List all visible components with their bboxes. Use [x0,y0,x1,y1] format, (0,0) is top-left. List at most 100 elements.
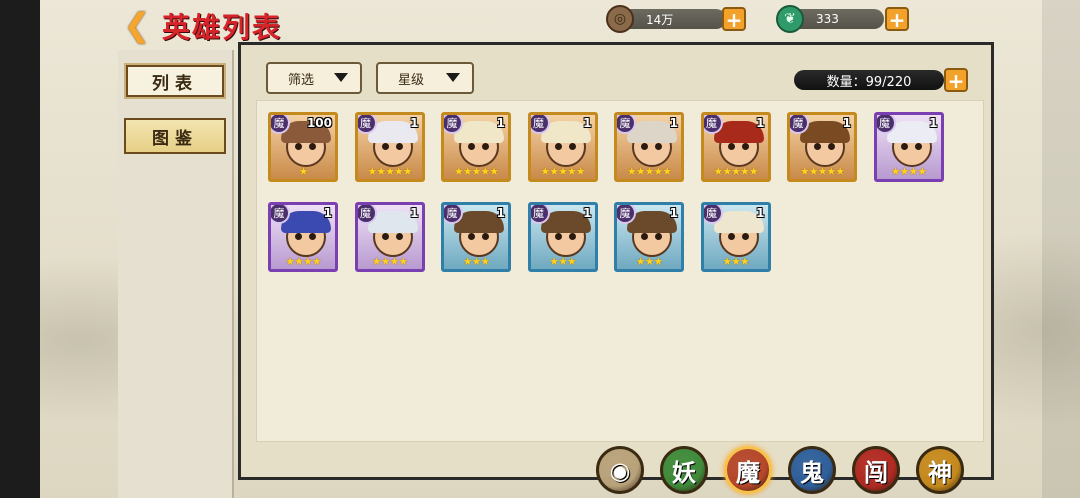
hero-level: 1 [323,206,332,220]
star-dropdown[interactable]: 星级 [376,62,474,94]
chevron-left-icon: ❮ [123,6,151,44]
chevron-down-icon [334,73,348,82]
hero-eye [814,143,821,150]
chevron-down-icon [446,73,460,82]
page-title: 英雄列表 [162,11,283,44]
faction-badge: 魔 [790,115,809,134]
hero-eye [309,233,316,240]
expand-capacity-button[interactable]: + [944,68,968,92]
faction-badge: 魔 [617,115,636,134]
hero-stars: ★★★★★ [713,165,758,178]
hero-eye [295,233,302,240]
faction-button-shen[interactable]: 神 [916,446,964,494]
hero-level: 1 [669,206,678,220]
jade-icon: ❦ [776,5,804,33]
hero-eye [554,143,562,150]
hero-eye [395,143,403,150]
hero-eye [568,233,576,240]
hero-card[interactable]: 魔 1 ★★★★ [268,202,338,272]
jade-value: 333 [816,12,839,26]
hero-level: 1 [842,116,851,130]
faction-badge: 魔 [357,115,377,134]
coin-counter: ◎ 14万 [606,5,726,33]
faction-badge: 魔 [876,115,896,134]
hero-eye [381,233,389,240]
hero-level: 1 [756,206,765,220]
coin-icon: ◎ [606,5,634,33]
hero-card[interactable]: 魔 1 ★★★★ [873,112,944,182]
hero-stars: ★★★ [635,255,664,268]
hero-card[interactable]: 魔 1 ★★★ [441,202,511,272]
hero-stars: ★★★★★ [626,165,672,178]
hero-stars: ★★★ [462,255,491,268]
faction-button-all-factions[interactable]: ◉ [596,446,644,494]
hero-level: 100 [306,116,332,130]
hero-stars: ★★★ [722,255,750,268]
hero-count: 数量：99/220 [794,70,944,90]
hero-level: 1 [410,206,419,220]
hero-card[interactable]: 魔 1 ★★★ [700,202,771,272]
faction-badge: 魔 [530,115,550,134]
hero-stars: ★★★ [549,255,577,268]
back-button[interactable]: ❮ [120,6,154,44]
chuang-icon: 闯 [864,457,888,487]
hero-card[interactable]: 魔 1 ★★★★★ [787,112,857,182]
hero-eye [482,233,489,240]
hero-card[interactable]: 魔 1 ★★★ [614,202,684,272]
hero-card[interactable]: 魔 1 ★★★★★ [614,112,684,182]
hero-stars: ★ [298,165,309,178]
hero-level: 1 [496,116,505,130]
hero-stars: ★★★★★ [453,165,499,178]
faction-button-gui[interactable]: 鬼 [788,446,836,494]
hero-eye [914,143,922,150]
hero-stars: ★★★★★ [367,165,412,178]
hero-card[interactable]: 魔 100 ★ [268,112,338,182]
hero-eye [641,143,648,150]
faction-button-yao[interactable]: 妖 [660,446,708,494]
add-jade-button[interactable]: + [885,7,909,31]
hero-eye [727,233,735,240]
hero-eye [727,143,735,150]
faction-badge: 魔 [617,205,636,224]
faction-badge: 魔 [703,205,723,224]
faction-badge: 魔 [357,205,377,224]
faction-badge: 魔 [271,205,290,224]
hero-eye [741,233,749,240]
faction-badge: 魔 [703,115,723,134]
filter-label: 筛选 [288,72,315,88]
all-factions-icon: ◉ [609,455,631,485]
hero-eye [295,143,302,150]
tab-list[interactable]: 列表 [124,63,226,99]
left-edge-bar [0,0,40,498]
hero-stars: ★★★★★ [799,165,845,178]
tab-codex[interactable]: 图鉴 [124,118,226,154]
hero-level: 1 [929,116,938,130]
hero-stars: ★★★★ [371,255,408,268]
hero-card[interactable]: 魔 1 ★★★★ [354,202,425,272]
gui-icon: 鬼 [800,457,824,487]
add-coins-button[interactable]: + [722,7,746,31]
hero-eye [381,143,389,150]
hero-card[interactable]: 魔 1 ★★★★★ [441,112,511,182]
hero-stars: ★★★★ [285,255,321,268]
hero-eye [641,233,648,240]
hero-eye [655,233,662,240]
hero-eye [900,143,908,150]
hero-stars: ★★★★★ [540,165,585,178]
faction-badge: 魔 [271,115,290,134]
hero-stars: ★★★★ [890,165,927,178]
hero-card[interactable]: 魔 1 ★★★ [527,202,598,272]
jade-counter: ❦ 333 [776,5,884,33]
hero-level: 1 [756,116,765,130]
faction-button-mo[interactable]: 魔 [724,446,772,494]
hero-card[interactable]: 魔 1 ★★★★★ [700,112,771,182]
hero-eye [568,143,576,150]
hero-eye [554,233,562,240]
hero-eye [468,143,475,150]
hero-eye [309,143,316,150]
faction-button-chuang[interactable]: 闯 [852,446,900,494]
hero-level: 1 [496,206,505,220]
hero-card[interactable]: 魔 1 ★★★★★ [527,112,598,182]
filter-dropdown[interactable]: 筛选 [266,62,362,94]
hero-card[interactable]: 魔 1 ★★★★★ [354,112,425,182]
